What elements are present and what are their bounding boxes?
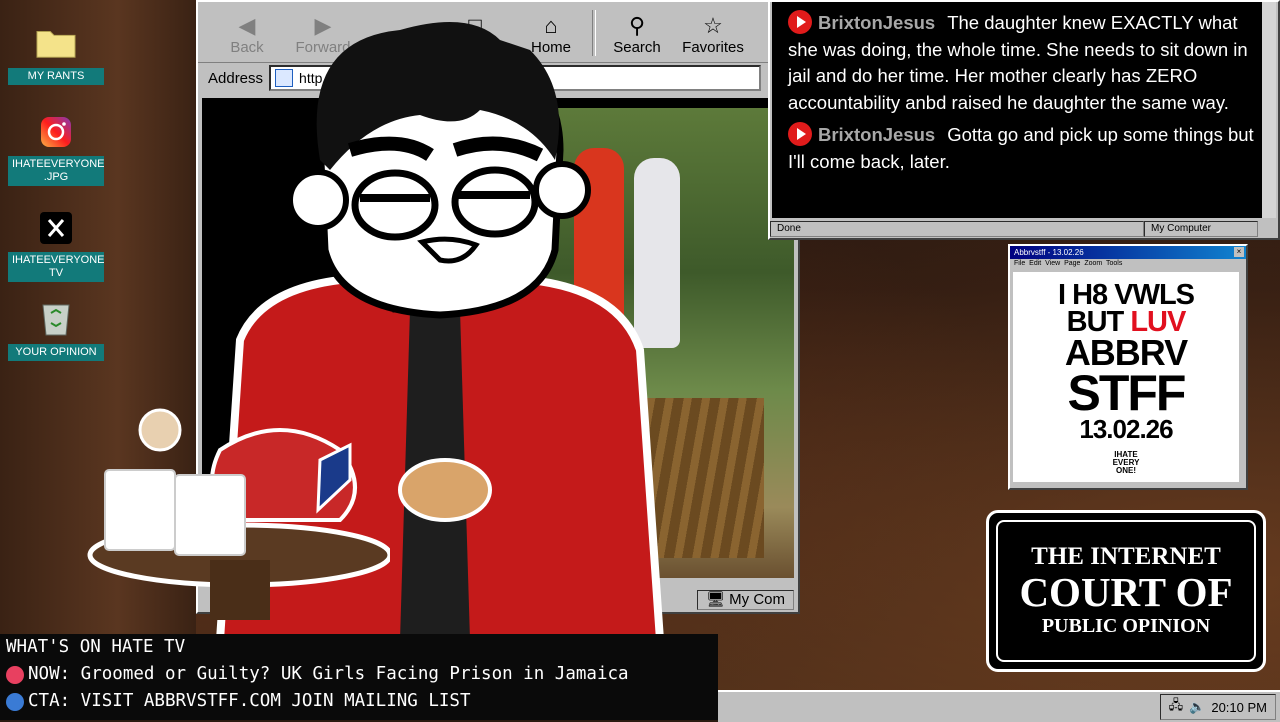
right-eye — [451, 166, 539, 238]
youtube-icon — [788, 122, 812, 146]
table-leg — [210, 560, 270, 620]
youtube-icon — [788, 10, 812, 34]
menu-page[interactable]: Page — [1064, 260, 1080, 267]
menu-zoom[interactable]: Zoom — [1084, 260, 1102, 267]
mug-ihateeveryone — [174, 474, 246, 556]
chat-username: BrixtonJesus — [818, 124, 936, 145]
left-eye — [351, 169, 439, 241]
chat-username: BrixtonJesus — [818, 12, 936, 33]
chat-log: BrixtonJesus The daughter knew EXACTLY wh… — [772, 2, 1262, 218]
recycle-bin-icon — [36, 298, 76, 338]
star-icon: ☆ — [703, 13, 723, 38]
system-tray: 🖧 🔈 20:10 PM — [1159, 694, 1276, 720]
desktop-icon-ihateeveryone-tv[interactable]: IHATEEVERYONE TV — [8, 208, 105, 282]
right-ear — [533, 161, 591, 219]
desktop-icon-label: IHATEEVERYONE .JPG — [8, 156, 105, 186]
status-zone-label: My Com — [729, 591, 785, 608]
chat-message: BrixtonJesus Gotta go and pick up some th… — [788, 122, 1262, 175]
ticker-heading-text: WHAT'S ON HATE TV — [6, 637, 186, 657]
hate-tv-ticker: WHAT'S ON HATE TV NOW: Groomed or Guilty… — [0, 634, 718, 720]
menu-view[interactable]: View — [1045, 260, 1060, 267]
abbrvstff-window: Abbrvstff - 13.02.26 × File Edit View Pa… — [1008, 244, 1248, 490]
x-logo-icon — [36, 208, 76, 248]
court-of-public-opinion-badge: THE INTERNET COURT OF PUBLIC OPINION — [986, 510, 1266, 672]
ticker-cta-row: CTA: VISIT ABBRVSTFF.COM JOIN MAILING LI… — [6, 688, 718, 715]
folder-icon — [36, 22, 76, 62]
menu-tools[interactable]: Tools — [1106, 260, 1122, 267]
abbrvstff-title: Abbrvstff - 13.02.26 — [1014, 248, 1084, 257]
uncle-sam-figure — [138, 408, 182, 452]
mug-left — [104, 469, 176, 551]
poster-date: 13.02.26 — [1079, 414, 1173, 444]
abbrvstff-menu: File Edit View Page Zoom Tools — [1010, 259, 1246, 269]
volume-icon[interactable]: 🔈 — [1189, 699, 1205, 715]
abbrvstff-poster: I H8 VWLS BUT LUV ABBRV STFF 13.02.26 IH… — [1013, 272, 1239, 482]
status-done: Done — [770, 221, 1144, 237]
ticker-heading: WHAT'S ON HATE TV — [6, 634, 718, 661]
favorites-button[interactable]: ☆ Favorites — [678, 13, 748, 62]
cta-dot-icon — [6, 692, 24, 711]
chat-window: BrixtonJesus The daughter knew EXACTLY wh… — [768, 0, 1280, 240]
ticker-now-text: NOW: Groomed or Guilty? UK Girls Facing … — [28, 664, 629, 684]
status-zone: 🖥 My Com — [696, 590, 794, 610]
desktop-icon-label: MY RANTS — [8, 68, 104, 85]
desktop-icon-ihateeveryone-jpg[interactable]: IHATEEVERYONE .JPG — [8, 112, 105, 186]
chat-status-bar: Done My Computer — [770, 220, 1278, 238]
desktop-icon-your-opinion[interactable]: YOUR OPINION — [8, 298, 104, 361]
poster-line-1: I H8 VWLS — [1057, 279, 1195, 311]
court-badge-inner: THE INTERNET COURT OF PUBLIC OPINION — [996, 520, 1256, 662]
network-icon[interactable]: 🖧 — [1169, 696, 1184, 718]
desktop-icon-my-rants[interactable]: MY RANTS — [8, 22, 104, 85]
court-line-3: PUBLIC OPINION — [1041, 615, 1211, 637]
ticker-now-row: NOW: Groomed or Guilty? UK Girls Facing … — [6, 661, 718, 688]
clock[interactable]: 20:10 PM — [1211, 700, 1267, 715]
status-my-computer: My Computer — [1144, 221, 1258, 237]
court-line-2: COURT OF — [1019, 569, 1233, 615]
instagram-icon — [36, 112, 76, 152]
chat-message: BrixtonJesus The daughter knew EXACTLY wh… — [788, 10, 1262, 116]
ticker-cta-text: CTA: VISIT ABBRVSTFF.COM JOIN MAILING LI… — [28, 691, 471, 711]
tea-set-decoration — [87, 408, 390, 620]
desktop-icon-label: IHATEEVERYONE TV — [8, 252, 105, 282]
hand — [398, 458, 492, 522]
abbrvstff-title-bar: Abbrvstff - 13.02.26 × — [1010, 246, 1246, 259]
left-ear — [287, 169, 349, 231]
menu-file[interactable]: File — [1014, 260, 1025, 267]
window-close-icon[interactable]: × — [1234, 247, 1244, 257]
computer-icon: 🖥 — [705, 591, 725, 608]
taskbar: 🖧 🔈 20:10 PM — [718, 690, 1280, 722]
favorites-label: Favorites — [682, 39, 744, 56]
poster-line-4: STFF — [1067, 365, 1187, 421]
desktop-icon-label: YOUR OPINION — [8, 344, 104, 361]
menu-edit[interactable]: Edit — [1029, 260, 1041, 267]
poster-logo: IHATE EVERY ONE! — [1112, 450, 1140, 475]
now-dot-icon — [6, 665, 24, 684]
court-line-1: THE INTERNET — [1031, 543, 1221, 570]
chat-scrollbar[interactable] — [1262, 2, 1276, 218]
